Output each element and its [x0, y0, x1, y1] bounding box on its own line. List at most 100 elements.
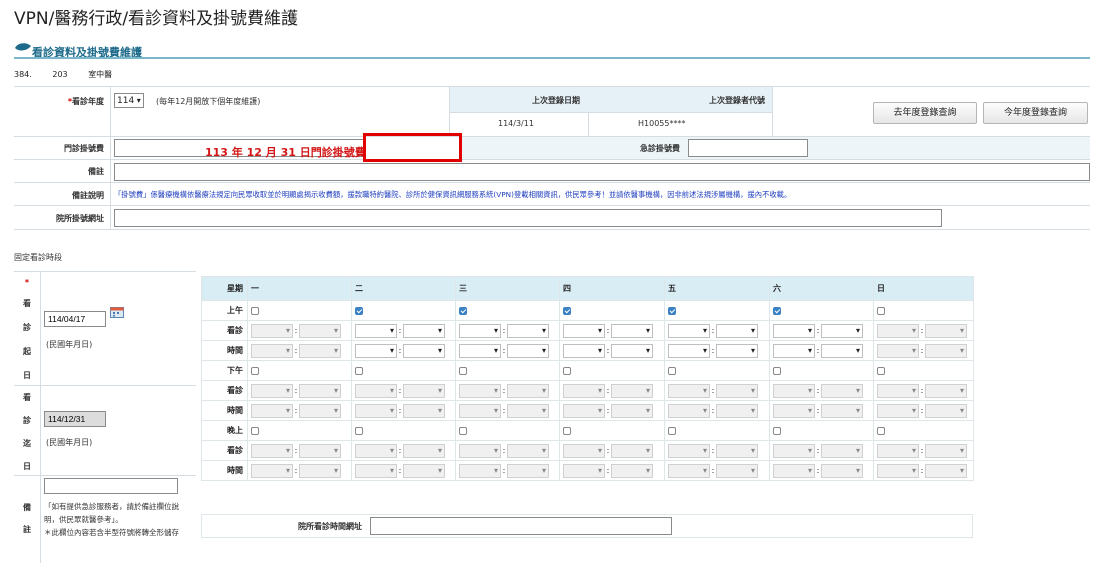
session-checkbox[interactable]	[773, 366, 781, 375]
start-time-select[interactable]	[563, 343, 605, 358]
session-checkbox[interactable]	[773, 306, 781, 315]
end-time-select[interactable]	[403, 323, 445, 338]
end-time-select[interactable]	[299, 383, 341, 398]
start-time-select[interactable]	[563, 323, 605, 338]
end-time-select[interactable]	[716, 343, 758, 358]
end-time-select[interactable]	[507, 383, 549, 398]
end-time-select[interactable]	[403, 343, 445, 358]
start-time-select[interactable]	[459, 443, 501, 458]
session-checkbox[interactable]	[877, 366, 885, 375]
session-checkbox[interactable]	[251, 306, 259, 315]
start-time-select[interactable]	[251, 383, 293, 398]
end-time-select[interactable]	[716, 463, 758, 478]
end-time-select[interactable]	[403, 403, 445, 418]
end-time-select[interactable]	[299, 403, 341, 418]
end-time-select[interactable]	[507, 323, 549, 338]
end-time-select[interactable]	[507, 403, 549, 418]
year-select[interactable]: 114 ▾	[114, 93, 144, 108]
session-checkbox[interactable]	[668, 366, 676, 375]
start-time-select[interactable]	[251, 323, 293, 338]
start-time-select[interactable]	[355, 443, 397, 458]
start-time-select[interactable]	[355, 403, 397, 418]
end-time-select[interactable]	[403, 463, 445, 478]
start-time-select[interactable]	[251, 443, 293, 458]
start-time-select[interactable]	[877, 323, 919, 338]
start-time-select[interactable]	[668, 343, 710, 358]
start-time-select[interactable]	[668, 403, 710, 418]
start-time-select[interactable]	[459, 403, 501, 418]
start-time-select[interactable]	[877, 463, 919, 478]
start-time-select[interactable]	[459, 343, 501, 358]
end-time-select[interactable]	[299, 443, 341, 458]
start-date-input[interactable]	[44, 311, 106, 327]
start-time-select[interactable]	[563, 383, 605, 398]
end-time-select[interactable]	[821, 403, 863, 418]
end-time-select[interactable]	[716, 323, 758, 338]
end-time-select[interactable]	[299, 323, 341, 338]
session-checkbox[interactable]	[563, 306, 571, 315]
end-time-select[interactable]	[299, 463, 341, 478]
session-checkbox[interactable]	[563, 366, 571, 375]
end-time-select[interactable]	[716, 383, 758, 398]
emergency-fee-input[interactable]	[688, 139, 808, 157]
end-time-select[interactable]	[821, 323, 863, 338]
end-date-input[interactable]	[44, 411, 106, 427]
end-time-select[interactable]	[716, 443, 758, 458]
session-checkbox[interactable]	[668, 306, 676, 315]
session-checkbox[interactable]	[355, 366, 363, 375]
end-time-select[interactable]	[925, 383, 967, 398]
end-time-select[interactable]	[821, 463, 863, 478]
session-checkbox[interactable]	[459, 426, 467, 435]
calendar-icon[interactable]	[110, 306, 124, 318]
start-time-select[interactable]	[668, 323, 710, 338]
start-time-select[interactable]	[563, 463, 605, 478]
end-time-select[interactable]	[821, 383, 863, 398]
end-time-select[interactable]	[611, 383, 653, 398]
start-time-select[interactable]	[773, 443, 815, 458]
start-time-select[interactable]	[563, 403, 605, 418]
session-checkbox[interactable]	[251, 366, 259, 375]
start-time-select[interactable]	[668, 443, 710, 458]
start-time-select[interactable]	[251, 403, 293, 418]
session-checkbox[interactable]	[877, 426, 885, 435]
start-time-select[interactable]	[877, 403, 919, 418]
last-year-query-button[interactable]: 去年度登錄查詢	[873, 102, 977, 124]
start-time-select[interactable]	[773, 463, 815, 478]
remark-input[interactable]	[114, 163, 1090, 181]
start-time-select[interactable]	[355, 383, 397, 398]
this-year-query-button[interactable]: 今年度登錄查詢	[983, 102, 1088, 124]
start-time-select[interactable]	[355, 323, 397, 338]
website-input[interactable]	[114, 209, 942, 227]
start-time-select[interactable]	[459, 383, 501, 398]
session-checkbox[interactable]	[773, 426, 781, 435]
session-checkbox[interactable]	[355, 426, 363, 435]
end-time-select[interactable]	[403, 383, 445, 398]
end-time-select[interactable]	[403, 443, 445, 458]
end-time-select[interactable]	[507, 443, 549, 458]
start-time-select[interactable]	[877, 383, 919, 398]
start-time-select[interactable]	[773, 403, 815, 418]
start-time-select[interactable]	[877, 343, 919, 358]
end-time-select[interactable]	[925, 323, 967, 338]
schedule-note-input[interactable]	[44, 478, 178, 494]
end-time-select[interactable]	[611, 443, 653, 458]
session-checkbox[interactable]	[668, 426, 676, 435]
end-time-select[interactable]	[507, 463, 549, 478]
session-checkbox[interactable]	[459, 366, 467, 375]
session-checkbox[interactable]	[459, 306, 467, 315]
end-time-select[interactable]	[611, 463, 653, 478]
start-time-select[interactable]	[563, 443, 605, 458]
session-checkbox[interactable]	[877, 306, 885, 315]
end-time-select[interactable]	[925, 343, 967, 358]
session-checkbox[interactable]	[563, 426, 571, 435]
start-time-select[interactable]	[773, 383, 815, 398]
session-checkbox[interactable]	[355, 306, 363, 315]
schedule-website-input[interactable]	[370, 517, 672, 535]
start-time-select[interactable]	[773, 323, 815, 338]
start-time-select[interactable]	[355, 463, 397, 478]
end-time-select[interactable]	[925, 463, 967, 478]
end-time-select[interactable]	[821, 443, 863, 458]
start-time-select[interactable]	[668, 383, 710, 398]
session-checkbox[interactable]	[251, 426, 259, 435]
start-time-select[interactable]	[773, 343, 815, 358]
